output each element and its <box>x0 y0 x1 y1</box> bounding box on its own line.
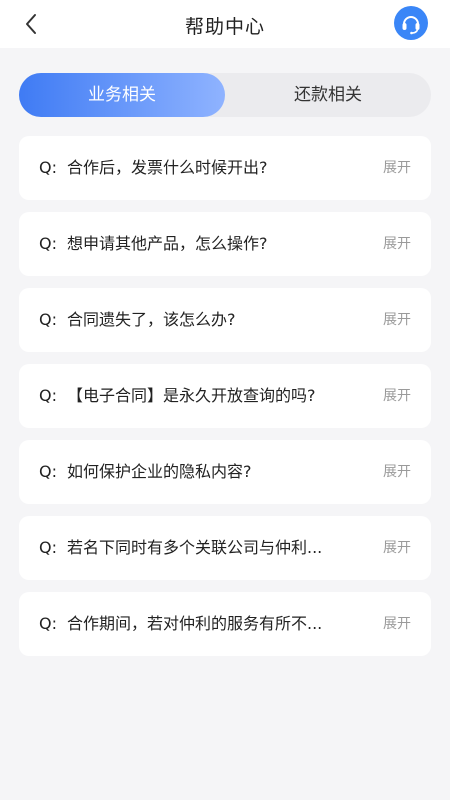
expand-button[interactable]: 展开 <box>383 440 411 504</box>
faq-item[interactable]: Q: 如何保护企业的隐私内容? 展开 <box>19 440 431 504</box>
question-text: 合同遗失了，该怎么办? <box>67 310 236 329</box>
question-text: 如何保护企业的隐私内容? <box>67 462 252 481</box>
faq-item[interactable]: Q: 若名下同时有多个关联公司与仲利... 展开 <box>19 516 431 580</box>
question-text: 合作后，发票什么时候开出? <box>67 158 268 177</box>
expand-button[interactable]: 展开 <box>383 364 411 428</box>
question-prefix: Q: <box>39 234 57 253</box>
page-title: 帮助中心 <box>184 16 265 38</box>
question-prefix: Q: <box>39 386 57 405</box>
top-bar: 帮助中心 <box>0 0 450 48</box>
question-text: 【电子合同】是永久开放查询的吗? <box>67 386 316 405</box>
question-prefix: Q: <box>39 158 57 177</box>
faq-item[interactable]: Q: 合同遗失了，该怎么办? 展开 <box>19 288 431 352</box>
expand-button[interactable]: 展开 <box>383 288 411 352</box>
expand-button[interactable]: 展开 <box>383 212 411 276</box>
question-text: 合作期间，若对仲利的服务有所不... <box>67 614 323 633</box>
faq-item[interactable]: Q: 合作期间，若对仲利的服务有所不... 展开 <box>19 592 431 656</box>
question-text: 若名下同时有多个关联公司与仲利... <box>67 538 323 557</box>
tab-business[interactable]: 业务相关 <box>19 73 225 117</box>
faq-item[interactable]: Q: 想申请其他产品，怎么操作? 展开 <box>19 212 431 276</box>
question-prefix: Q: <box>39 614 57 633</box>
question-prefix: Q: <box>39 462 57 481</box>
expand-button[interactable]: 展开 <box>383 136 411 200</box>
expand-button[interactable]: 展开 <box>383 592 411 656</box>
faq-item[interactable]: Q: 合作后，发票什么时候开出? 展开 <box>19 136 431 200</box>
faq-item[interactable]: Q: 【电子合同】是永久开放查询的吗? 展开 <box>19 364 431 428</box>
question-prefix: Q: <box>39 538 57 557</box>
expand-button[interactable]: 展开 <box>383 516 411 580</box>
customer-service-icon[interactable] <box>394 6 428 40</box>
question-prefix: Q: <box>39 310 57 329</box>
tab-bar: 业务相关 还款相关 <box>19 73 431 117</box>
tab-repayment[interactable]: 还款相关 <box>225 73 431 117</box>
question-text: 想申请其他产品，怎么操作? <box>67 234 268 253</box>
